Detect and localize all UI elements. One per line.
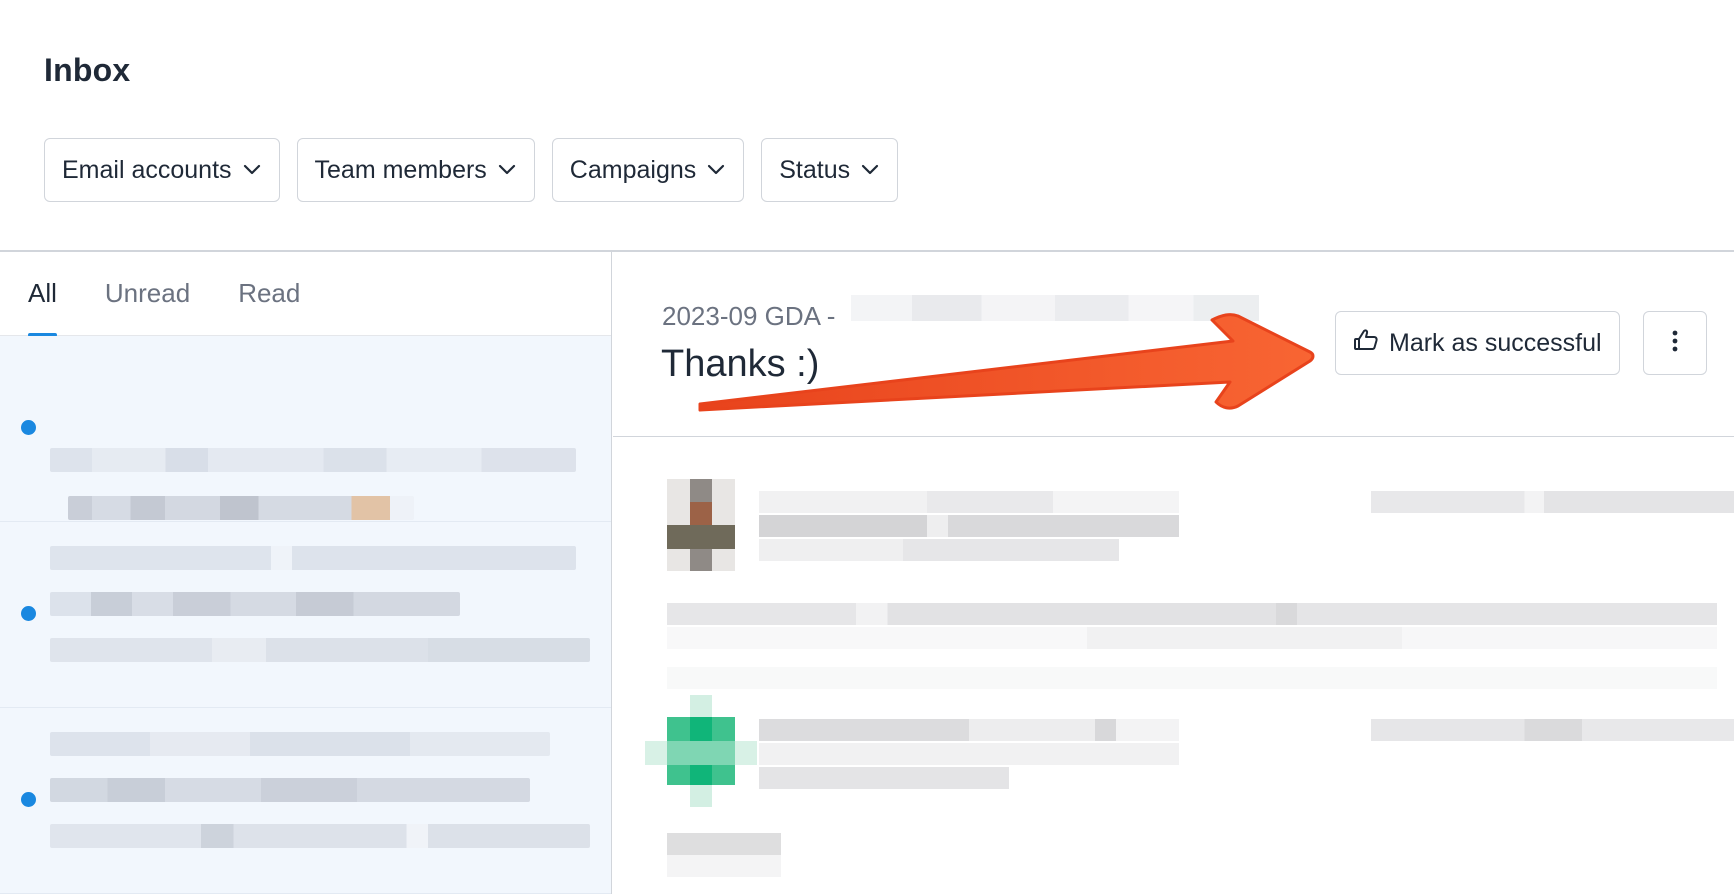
- redacted-text: [50, 732, 550, 756]
- filter-label: Email accounts: [62, 155, 232, 184]
- redacted-text: [759, 743, 1179, 765]
- chevron-down-icon: [497, 160, 517, 180]
- redacted-text: [759, 539, 1119, 561]
- filter-label: Status: [779, 155, 851, 184]
- chevron-down-icon: [242, 160, 262, 180]
- redacted-text: [50, 546, 576, 570]
- redacted-text: [759, 767, 1009, 789]
- redacted-text: [50, 638, 590, 662]
- redacted-text: [50, 448, 576, 472]
- conversation-list-pane: All Unread Read: [0, 251, 612, 894]
- filter-campaigns[interactable]: Campaigns: [551, 138, 745, 202]
- redacted-text: [1371, 491, 1734, 513]
- redacted-text: [759, 719, 1179, 741]
- chevron-down-icon: [706, 160, 726, 180]
- redacted-text: [667, 627, 1717, 649]
- tab-unread[interactable]: Unread: [105, 278, 190, 335]
- unread-dot: [21, 420, 36, 435]
- filter-team-members[interactable]: Team members: [296, 138, 535, 202]
- conversation-tabs: All Unread Read: [0, 251, 611, 337]
- mark-as-successful-button[interactable]: Mark as successful: [1335, 311, 1620, 375]
- unread-dot: [21, 792, 36, 807]
- tab-read[interactable]: Read: [238, 278, 300, 335]
- redacted-text: [50, 778, 530, 802]
- mark-as-successful-label: Mark as successful: [1389, 328, 1602, 357]
- thumbs-up-icon: [1353, 328, 1379, 359]
- tab-all[interactable]: All: [28, 278, 57, 337]
- unread-dot: [21, 606, 36, 621]
- redacted-text: [667, 667, 1717, 689]
- redacted-text: [1371, 719, 1734, 741]
- thread-messages: [613, 437, 1734, 894]
- annotation-arrow: [698, 313, 1315, 412]
- redacted-text: [759, 491, 1179, 513]
- redacted-text: [667, 855, 781, 877]
- redacted-text: [667, 833, 781, 855]
- conversation-item[interactable]: [0, 708, 611, 894]
- sender-avatar: [645, 695, 757, 807]
- kebab-vertical-icon: [1672, 330, 1678, 357]
- redacted-text: [50, 592, 460, 616]
- filter-status[interactable]: Status: [761, 138, 899, 202]
- filter-label: Campaigns: [569, 155, 697, 184]
- sender-avatar: [667, 479, 735, 571]
- more-actions-button[interactable]: [1643, 311, 1707, 375]
- filter-bar: Email accounts Team members Campaigns St…: [44, 138, 899, 202]
- filter-email-accounts[interactable]: Email accounts: [44, 138, 280, 202]
- redacted-text: [667, 603, 1717, 625]
- conversation-item[interactable]: [0, 336, 611, 522]
- redacted-text: [759, 515, 1179, 537]
- chevron-down-icon: [860, 160, 880, 180]
- page-title: Inbox: [44, 52, 131, 88]
- redacted-text: [68, 496, 414, 520]
- conversation-item[interactable]: [0, 522, 611, 708]
- redacted-text: [50, 824, 590, 848]
- filter-label: Team members: [314, 155, 487, 184]
